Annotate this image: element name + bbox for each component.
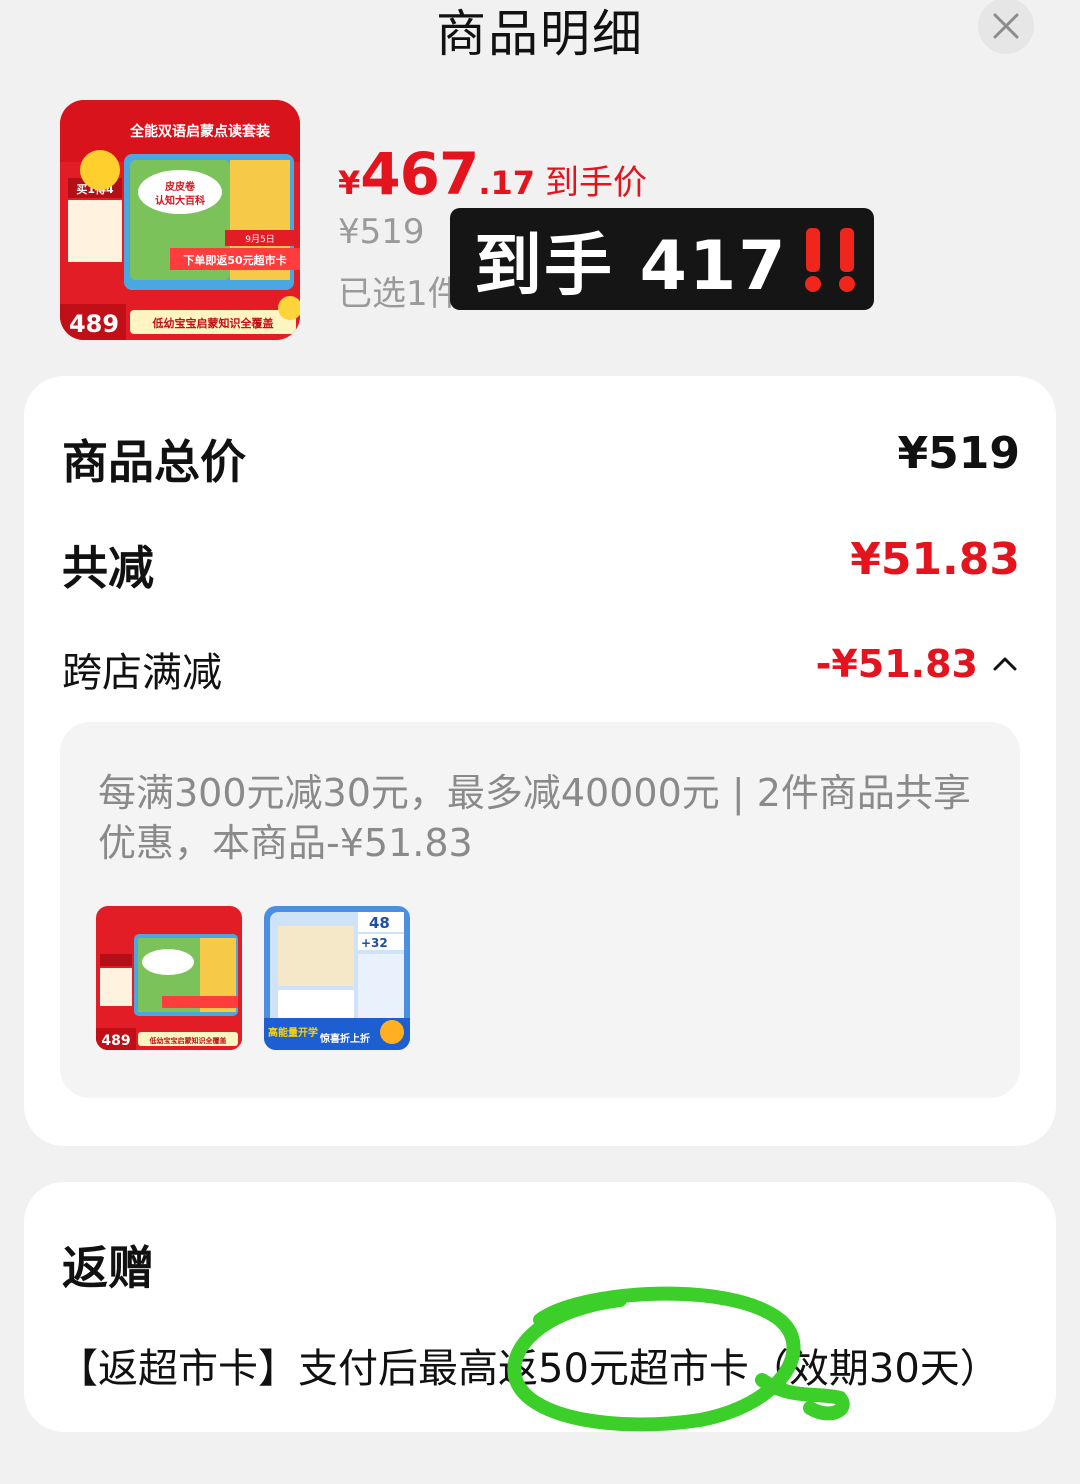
product-image[interactable]: 全能双语启蒙点读套装 皮皮卷 认知大百科 买1得4 9月5日 下单即返50元超市…	[60, 100, 300, 340]
discount-label: 共减	[62, 541, 154, 595]
thumb-book: 皮皮卷	[164, 180, 196, 193]
price-summary-card: 商品总价 ¥519 共减 ¥51.83 跨店满减 -¥51.83 每满300元减…	[24, 376, 1056, 1146]
gift-title: 返赠	[62, 1241, 154, 1295]
final-price: ¥467.17 到手价	[338, 140, 647, 208]
page-title: 商品明细	[436, 5, 644, 63]
chevron-up-icon	[993, 657, 1017, 671]
promo-item-1-tagline: 低幼宝宝启蒙知识全覆盖	[149, 1036, 227, 1045]
thumb-date: 9月5日	[245, 234, 274, 245]
promo-item-2-count1: 48	[369, 914, 390, 932]
gift-text: 【返超市卡】支付后最高返50元超市卡（效期30天）	[58, 1346, 1000, 1392]
price-decimal: .17	[478, 164, 536, 202]
thumb-book2: 认知大百科	[155, 194, 205, 207]
price-currency: ¥	[338, 164, 361, 202]
overlay-text: 到手 417	[474, 226, 788, 306]
promo-item-2[interactable]: 48 +32 高能量开学 惊喜折上折	[264, 906, 410, 1050]
promo-detail-box: 每满300元减30元，最多减40000元 | 2件商品共享优惠，本商品-¥51.…	[60, 722, 1020, 1098]
double-exclamation-icon	[804, 228, 855, 292]
close-button[interactable]	[978, 0, 1034, 54]
thumb-price: 489	[69, 310, 119, 338]
total-price-value: ¥519	[897, 428, 1020, 479]
thumb-title: 全能双语启蒙点读套装	[129, 123, 271, 140]
price-label: 到手价	[545, 163, 648, 203]
close-icon	[993, 13, 1019, 39]
promo-item-2-bottom2: 惊喜折上折	[320, 1032, 370, 1045]
cross-store-label: 跨店满减	[62, 650, 222, 696]
cross-store-toggle[interactable]: -¥51.83	[816, 642, 1020, 686]
overlay-annotation: 到手 417	[450, 208, 874, 310]
cross-store-value: -¥51.83	[815, 642, 978, 686]
price-integer: 467	[360, 140, 479, 208]
promo-text: 每满300元减30元，最多减40000元 | 2件商品共享优惠，本商品-¥51.…	[98, 771, 971, 865]
promo-item-1-price: 489	[101, 1033, 130, 1049]
thumb-coupon: 下单即返50元超市卡	[183, 253, 286, 267]
promo-item-2-bottom1: 高能量开学	[268, 1026, 318, 1039]
selected-quantity: 已选1件	[338, 274, 462, 314]
promo-item-2-count2: +32	[361, 936, 388, 950]
product-detail-sheet: 商品明细 全能双语启蒙点读套装 皮皮卷 认知大百科 买1得4 9月5日 下单即返…	[0, 0, 1080, 1484]
thumb-tagline: 低幼宝宝启蒙知识全覆盖	[152, 316, 274, 330]
discount-value: ¥51.83	[850, 534, 1020, 585]
promo-item-1[interactable]: 489 低幼宝宝启蒙知识全覆盖	[96, 906, 242, 1050]
gift-card: 返赠 【返超市卡】支付后最高返50元超市卡（效期30天）	[24, 1182, 1056, 1432]
total-price-label: 商品总价	[62, 435, 246, 489]
original-price: ¥519	[338, 212, 425, 252]
